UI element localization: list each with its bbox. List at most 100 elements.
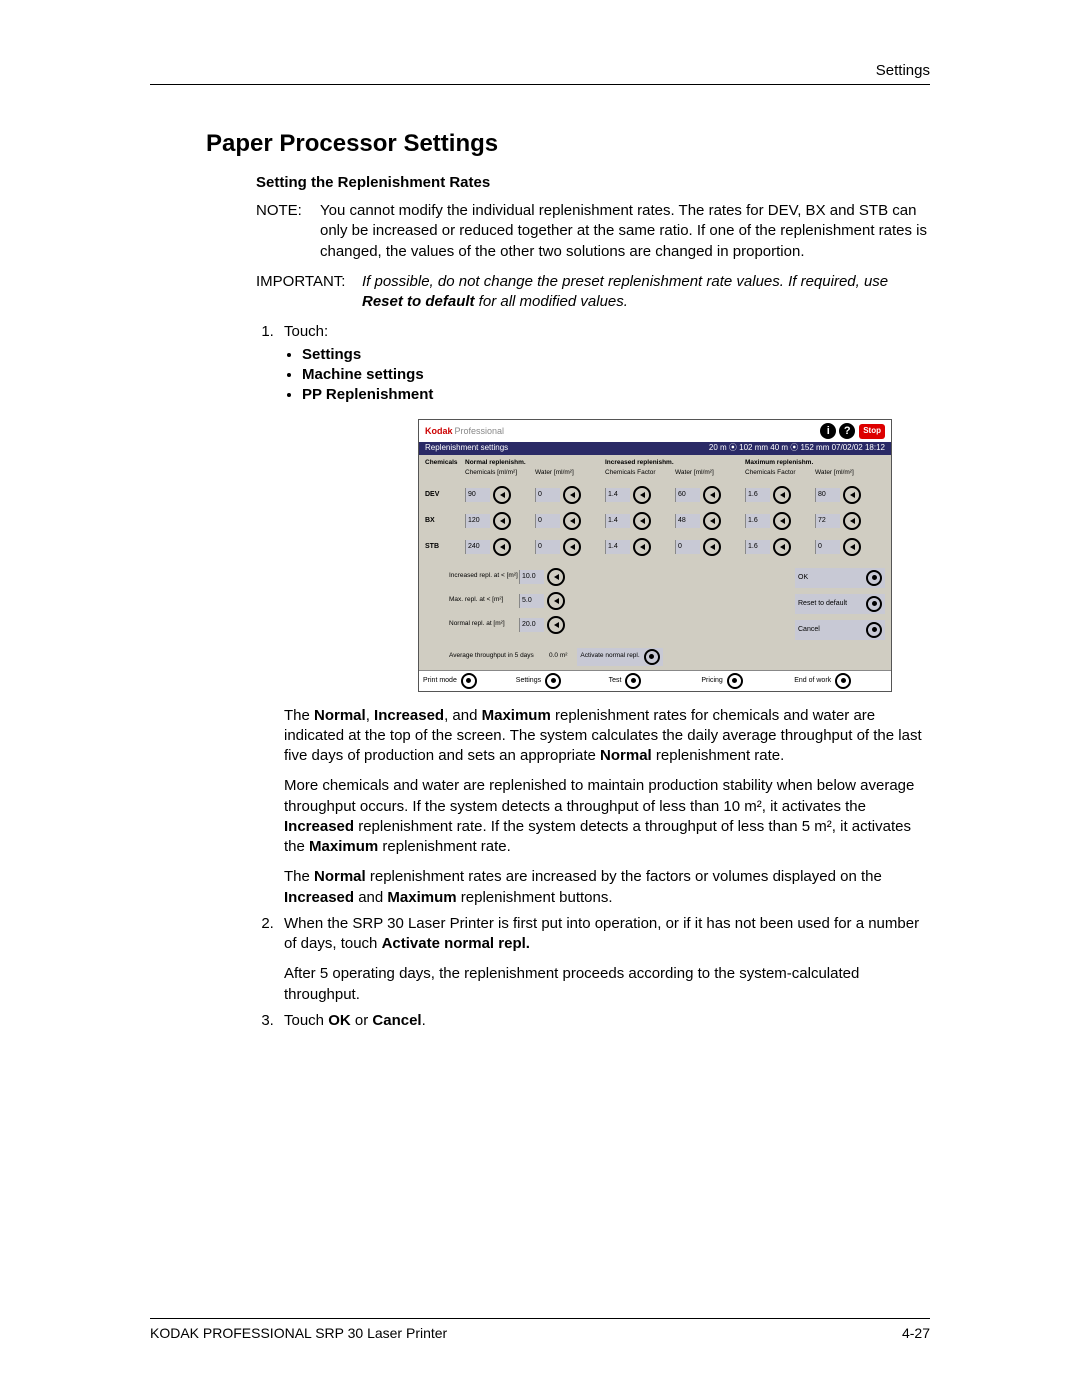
nav-settings[interactable]: Settings xyxy=(516,673,609,689)
nav-test[interactable]: Test xyxy=(609,673,702,689)
rule-top xyxy=(150,84,930,85)
stb-chem-max[interactable]: 1.6 xyxy=(745,538,815,556)
nav-pricing[interactable]: Pricing xyxy=(701,673,794,689)
bullet-pp-replenishment: PP Replenishment xyxy=(302,385,930,405)
spinner-icon[interactable] xyxy=(703,486,721,504)
radio-icon xyxy=(835,673,851,689)
sub-header-row: Chemicals [ml/m²] Water [ml/m²] Chemical… xyxy=(425,469,885,478)
important-text: If possible, do not change the preset re… xyxy=(362,272,930,313)
screenshot-replenishment: Kodak Professional i ? Stop Replenishmen… xyxy=(418,419,892,691)
radio-icon xyxy=(866,596,882,612)
stb-water-incr[interactable]: 0 xyxy=(675,538,745,556)
row-bx: BX 120 0 1.4 48 1.6 72 xyxy=(425,512,885,530)
stb-water-max[interactable]: 0 xyxy=(815,538,885,556)
normal-threshold: Normal repl. at [m²] 20.0 xyxy=(449,616,679,634)
dev-water-normal[interactable]: 0 xyxy=(535,486,605,504)
spinner-icon[interactable] xyxy=(563,538,581,556)
activate-normal-button[interactable]: Activate normal repl. xyxy=(577,648,662,666)
radio-icon xyxy=(644,649,660,665)
increased-threshold: Increased repl. at < [m²] 10.0 xyxy=(449,568,679,586)
bx-chem-max[interactable]: 1.6 xyxy=(745,512,815,530)
spinner-icon[interactable] xyxy=(773,486,791,504)
spinner-icon[interactable] xyxy=(547,616,565,634)
reset-default-button[interactable]: Reset to default xyxy=(795,594,885,614)
stop-button[interactable]: Stop xyxy=(859,424,885,439)
step-1: Touch: Settings Machine settings PP Repl… xyxy=(278,322,930,908)
info-icon[interactable]: i xyxy=(820,423,836,439)
ss-subtitle-bar: Replenishment settings 20 m ⦿ 102 mm 40 … xyxy=(419,442,891,455)
footer-product: KODAK PROFESSIONAL SRP 30 Laser Printer xyxy=(150,1325,447,1341)
row-stb: STB 240 0 1.4 0 1.6 0 xyxy=(425,538,885,556)
spinner-icon[interactable] xyxy=(703,512,721,530)
spinner-icon[interactable] xyxy=(703,538,721,556)
help-icon[interactable]: ? xyxy=(839,423,855,439)
screen-title: Replenishment settings xyxy=(425,443,508,454)
spinner-icon[interactable] xyxy=(563,486,581,504)
spinner-icon[interactable] xyxy=(843,538,861,556)
bx-water-max[interactable]: 72 xyxy=(815,512,885,530)
stb-chem-normal[interactable]: 240 xyxy=(465,538,535,556)
bx-chem-incr[interactable]: 1.4 xyxy=(605,512,675,530)
footer-page-number: 4-27 xyxy=(902,1325,930,1341)
spinner-icon[interactable] xyxy=(843,486,861,504)
bx-water-normal[interactable]: 0 xyxy=(535,512,605,530)
bullet-machine-settings: Machine settings xyxy=(302,365,930,385)
spinner-icon[interactable] xyxy=(633,512,651,530)
bx-chem-normal[interactable]: 120 xyxy=(465,512,535,530)
max-threshold: Max. repl. at < [m²] 5.0 xyxy=(449,592,679,610)
p-after-ss-3: The Normal replenishment rates are incre… xyxy=(284,867,930,908)
page-title: Paper Processor Settings xyxy=(206,130,930,158)
spinner-icon[interactable] xyxy=(563,512,581,530)
spinner-icon[interactable] xyxy=(547,592,565,610)
bottom-nav: Print mode Settings Test Pricing End of … xyxy=(419,670,891,691)
spinner-icon[interactable] xyxy=(633,538,651,556)
spinner-icon[interactable] xyxy=(493,486,511,504)
throughput-row: Average throughput in 5 days 0.0 m² Acti… xyxy=(419,648,891,670)
step-2-after: After 5 operating days, the replenishmen… xyxy=(284,964,930,1005)
step-2: When the SRP 30 Laser Printer is first p… xyxy=(278,914,930,1005)
row-dev: DEV 90 0 1.4 60 1.6 80 xyxy=(425,486,885,504)
stb-chem-incr[interactable]: 1.4 xyxy=(605,538,675,556)
note-block: NOTE: You cannot modify the individual r… xyxy=(256,201,930,262)
radio-icon xyxy=(727,673,743,689)
dev-chem-normal[interactable]: 90 xyxy=(465,486,535,504)
ss-titlebar-app: Kodak Professional i ? Stop xyxy=(419,420,891,442)
ok-button[interactable]: OK xyxy=(795,568,885,588)
brand-kodak: Kodak xyxy=(425,425,453,437)
dev-chem-max[interactable]: 1.6 xyxy=(745,486,815,504)
stb-water-normal[interactable]: 0 xyxy=(535,538,605,556)
radio-icon xyxy=(866,622,882,638)
radio-icon xyxy=(461,673,477,689)
radio-icon xyxy=(545,673,561,689)
status-readout: 20 m ⦿ 102 mm 40 m ⦿ 152 mm 07/02/02 18:… xyxy=(709,443,885,454)
p-after-ss-1: The Normal, Increased, and Maximum reple… xyxy=(284,706,930,767)
dev-water-incr[interactable]: 60 xyxy=(675,486,745,504)
bullet-settings: Settings xyxy=(302,345,930,365)
spinner-icon[interactable] xyxy=(843,512,861,530)
page-footer: KODAK PROFESSIONAL SRP 30 Laser Printer … xyxy=(150,1318,930,1341)
nav-print-mode[interactable]: Print mode xyxy=(423,673,516,689)
radio-icon xyxy=(866,570,882,586)
spinner-icon[interactable] xyxy=(493,538,511,556)
spinner-icon[interactable] xyxy=(773,538,791,556)
group-header-row: Chemicals Normal replenishm. Increased r… xyxy=(425,459,885,468)
nav-end-of-work[interactable]: End of work xyxy=(794,673,887,689)
cancel-button[interactable]: Cancel xyxy=(795,620,885,640)
note-text: You cannot modify the individual repleni… xyxy=(320,201,930,262)
section-title: Setting the Replenishment Rates xyxy=(256,174,930,191)
running-head: Settings xyxy=(876,62,930,79)
p-after-ss-2: More chemicals and water are replenished… xyxy=(284,776,930,857)
step-3: Touch OK or Cancel. xyxy=(278,1011,930,1031)
important-label: IMPORTANT: xyxy=(256,272,362,313)
note-label: NOTE: xyxy=(256,201,320,262)
steps-list: Touch: Settings Machine settings PP Repl… xyxy=(256,322,930,1031)
bx-water-incr[interactable]: 48 xyxy=(675,512,745,530)
spinner-icon[interactable] xyxy=(493,512,511,530)
spinner-icon[interactable] xyxy=(547,568,565,586)
important-block: IMPORTANT: If possible, do not change th… xyxy=(256,272,930,313)
radio-icon xyxy=(625,673,641,689)
spinner-icon[interactable] xyxy=(773,512,791,530)
dev-water-max[interactable]: 80 xyxy=(815,486,885,504)
spinner-icon[interactable] xyxy=(633,486,651,504)
dev-chem-incr[interactable]: 1.4 xyxy=(605,486,675,504)
